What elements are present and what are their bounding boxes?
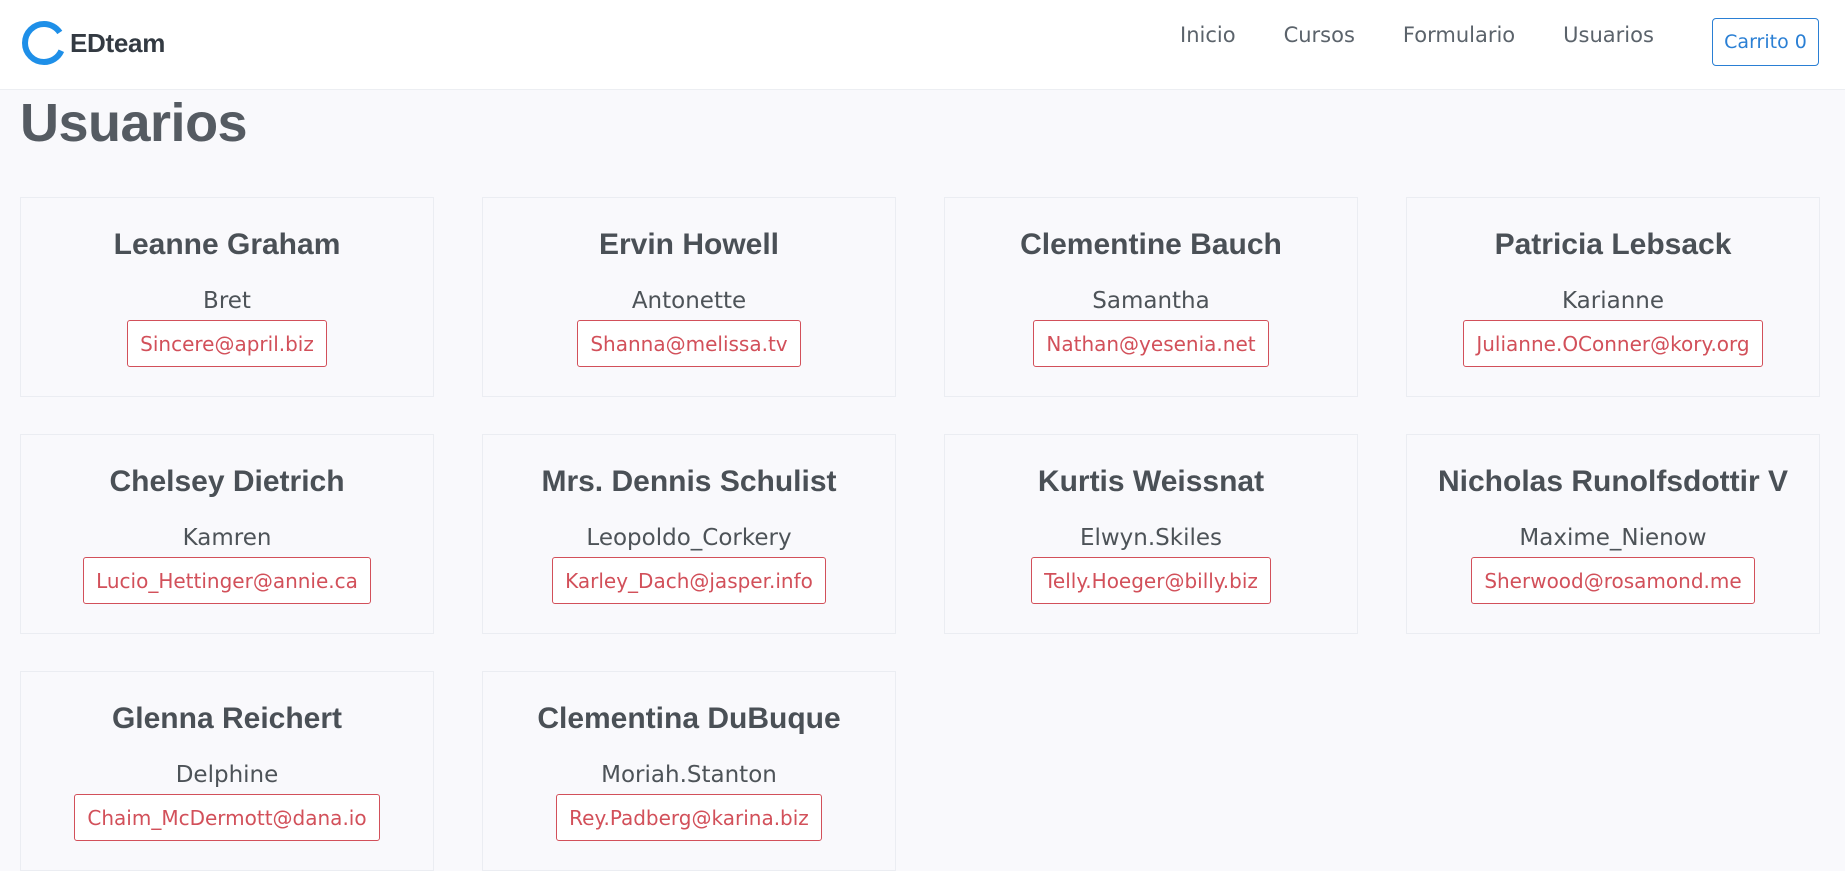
user-email-badge[interactable]: Lucio_Hettinger@annie.ca bbox=[83, 557, 371, 604]
user-name: Ervin Howell bbox=[598, 228, 780, 261]
user-card: Nicholas Runolfsdottir V Maxime_Nienow S… bbox=[1406, 434, 1820, 634]
user-name: Kurtis Weissnat bbox=[1037, 465, 1265, 498]
main-nav: Inicio Cursos Formulario Usuarios bbox=[1180, 0, 1702, 70]
user-email-badge[interactable]: Sincere@april.biz bbox=[127, 320, 327, 367]
user-email-badge[interactable]: Shanna@melissa.tv bbox=[577, 320, 801, 367]
user-name: Clementine Bauch bbox=[1020, 228, 1282, 261]
user-card: Clementine Bauch Samantha Nathan@yesenia… bbox=[944, 197, 1358, 397]
user-username: Karianne bbox=[1561, 288, 1665, 314]
user-username: Moriah.Stanton bbox=[601, 762, 777, 788]
user-username: Delphine bbox=[175, 762, 279, 788]
user-username: Elwyn.Skiles bbox=[1079, 525, 1223, 551]
user-cards-grid: Leanne Graham Bret Sincere@april.biz Erv… bbox=[20, 197, 1820, 871]
user-email-badge[interactable]: Julianne.OConner@kory.org bbox=[1463, 320, 1763, 367]
user-card: Clementina DuBuque Moriah.Stanton Rey.Pa… bbox=[482, 671, 896, 871]
brand-logo[interactable]: EDteam bbox=[20, 18, 165, 68]
nav-link-inicio[interactable]: Inicio bbox=[1180, 23, 1236, 47]
nav-link-usuarios[interactable]: Usuarios bbox=[1563, 23, 1654, 47]
user-email-badge[interactable]: Chaim_McDermott@dana.io bbox=[74, 794, 380, 841]
user-name: Patricia Lebsack bbox=[1494, 228, 1732, 261]
user-username: Kamren bbox=[182, 525, 272, 551]
user-card: Ervin Howell Antonette Shanna@melissa.tv bbox=[482, 197, 896, 397]
user-username: Maxime_Nienow bbox=[1519, 525, 1707, 551]
user-card: Glenna Reichert Delphine Chaim_McDermott… bbox=[20, 671, 434, 871]
cart-button[interactable]: Carrito 0 bbox=[1712, 18, 1819, 66]
user-card: Mrs. Dennis Schulist Leopoldo_Corkery Ka… bbox=[482, 434, 896, 634]
top-navbar: EDteam Inicio Cursos Formulario Usuarios… bbox=[0, 0, 1845, 90]
user-name: Mrs. Dennis Schulist bbox=[541, 465, 837, 498]
user-username: Samantha bbox=[1092, 288, 1210, 314]
nav-link-cursos[interactable]: Cursos bbox=[1284, 23, 1355, 47]
user-name: Glenna Reichert bbox=[111, 702, 343, 735]
edteam-logo-icon bbox=[22, 21, 66, 65]
user-email-badge[interactable]: Karley_Dach@jasper.info bbox=[552, 557, 826, 604]
user-username: Bret bbox=[203, 288, 251, 314]
user-card: Chelsey Dietrich Kamren Lucio_Hettinger@… bbox=[20, 434, 434, 634]
user-email-badge[interactable]: Nathan@yesenia.net bbox=[1033, 320, 1269, 367]
user-username: Leopoldo_Corkery bbox=[586, 525, 792, 551]
user-name: Chelsey Dietrich bbox=[109, 465, 345, 498]
brand-name: EDteam bbox=[70, 27, 166, 58]
user-card: Kurtis Weissnat Elwyn.Skiles Telly.Hoege… bbox=[944, 434, 1358, 634]
user-email-badge[interactable]: Rey.Padberg@karina.biz bbox=[556, 794, 822, 841]
user-email-badge[interactable]: Sherwood@rosamond.me bbox=[1471, 557, 1755, 604]
nav-link-formulario[interactable]: Formulario bbox=[1403, 23, 1515, 47]
user-name: Nicholas Runolfsdottir V bbox=[1437, 465, 1788, 498]
user-card: Leanne Graham Bret Sincere@april.biz bbox=[20, 197, 434, 397]
user-username: Antonette bbox=[631, 288, 747, 314]
user-email-badge[interactable]: Telly.Hoeger@billy.biz bbox=[1031, 557, 1271, 604]
user-name: Leanne Graham bbox=[113, 228, 341, 261]
page-title: Usuarios bbox=[20, 93, 248, 153]
user-name: Clementina DuBuque bbox=[537, 702, 841, 735]
user-card: Patricia Lebsack Karianne Julianne.OConn… bbox=[1406, 197, 1820, 397]
